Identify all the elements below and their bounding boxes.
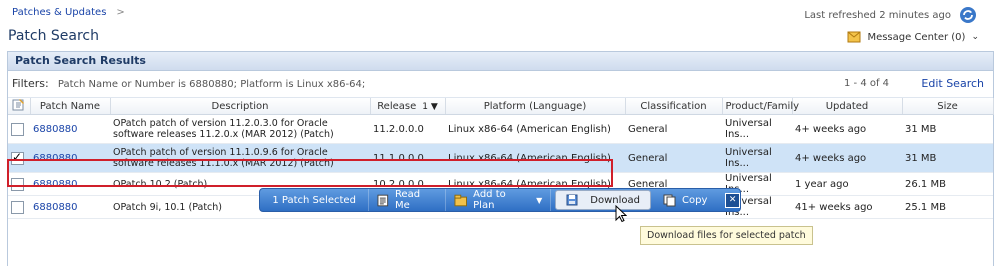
add-to-plan-label: Add to Plan <box>473 189 506 211</box>
refresh-icon[interactable] <box>959 6 977 24</box>
patch-name-link[interactable]: 6880880 <box>33 153 78 164</box>
table-row-selected[interactable]: 6880880 OPatch patch of version 11.1.0.9… <box>8 143 993 173</box>
patch-search-results-region: Patch Search Results Filters: Patch Name… <box>7 51 994 266</box>
sort-order: 1 <box>422 101 428 112</box>
message-center-label: Message Center (0) <box>867 31 966 43</box>
row-description: OPatch patch of version 11.1.0.9.6 for O… <box>110 143 370 173</box>
table-header-row: Patch Name Description Release 1 ▼ Platfo… <box>8 98 994 115</box>
patch-selected-count: 1 Patch Selected <box>260 189 370 211</box>
download-button-wrap: Download <box>551 189 655 211</box>
region-title: Patch Search Results <box>8 52 993 71</box>
message-icon <box>847 31 861 43</box>
edit-icon <box>12 99 25 111</box>
download-button[interactable]: Download <box>555 190 651 210</box>
patch-name-link[interactable]: 6880880 <box>33 202 78 213</box>
row-platform: Linux x86-64 (American English) <box>445 114 625 144</box>
row-size: 25.1 MB <box>902 195 993 219</box>
col-description[interactable]: Description <box>110 98 371 115</box>
message-center[interactable]: Message Center (0) ⌄ <box>847 31 979 43</box>
copy-label: Copy <box>682 194 708 206</box>
patch-name-link[interactable]: 6880880 <box>33 179 78 190</box>
col-patch-name[interactable]: Patch Name <box>30 98 111 115</box>
filters-text: Patch Name or Number is 6880880; Platfor… <box>57 79 366 90</box>
sort-indicator: 1 ▼ <box>422 101 438 112</box>
breadcrumb-patches-updates[interactable]: Patches & Updates <box>12 7 106 18</box>
results-count: 1 - 4 of 4 <box>844 78 890 89</box>
row-updated: 4+ weeks ago <box>792 114 902 144</box>
document-icon <box>377 194 389 206</box>
row-checkbox[interactable] <box>11 177 24 191</box>
row-updated: 41+ weeks ago <box>792 195 902 219</box>
row-product: Universal Ins... <box>722 114 792 144</box>
select-all-header[interactable] <box>8 98 31 115</box>
row-release: 11.1.0.0.0 <box>370 143 445 173</box>
row-classification: General <box>625 114 722 144</box>
col-platform[interactable]: Platform (Language) <box>445 98 626 115</box>
row-platform: Linux x86-64 (American English) <box>445 143 625 173</box>
download-label: Download <box>590 194 640 206</box>
row-checkbox[interactable] <box>11 122 24 136</box>
read-me-button[interactable]: Read Me <box>369 189 446 211</box>
col-classification[interactable]: Classification <box>625 98 723 115</box>
row-updated: 1 year ago <box>792 172 902 196</box>
copy-icon <box>663 194 676 206</box>
row-description: OPatch patch of version 11.2.0.3.0 for O… <box>110 114 370 144</box>
col-release[interactable]: Release 1 ▼ <box>370 98 446 115</box>
breadcrumb-separator: > <box>116 7 125 18</box>
add-to-plan-icon <box>454 194 467 206</box>
col-release-label: Release <box>377 100 417 112</box>
close-icon[interactable]: ✕ <box>725 192 740 208</box>
row-size: 31 MB <box>902 114 993 144</box>
row-release: 11.2.0.0.0 <box>370 114 445 144</box>
filters-bar: Filters: Patch Name or Number is 6880880… <box>8 71 993 98</box>
col-product-family[interactable]: Product/Family <box>722 98 799 115</box>
col-size[interactable]: Size <box>902 98 994 115</box>
row-product: Universal Ins... <box>722 143 792 173</box>
patch-name-link[interactable]: 6880880 <box>33 124 78 135</box>
download-tooltip: Download files for selected patch <box>640 226 813 245</box>
selection-toolbar: 1 Patch Selected Read Me Add to Plan ▼ D… <box>259 188 741 212</box>
add-to-plan-button[interactable]: Add to Plan ▼ <box>446 189 552 211</box>
row-classification: General <box>625 143 722 173</box>
edit-search-link[interactable]: Edit Search <box>921 71 984 97</box>
row-checkbox[interactable] <box>11 200 24 214</box>
breadcrumb: Patches & Updates > <box>12 7 125 18</box>
chevron-down-icon: ⌄ <box>971 32 979 42</box>
mouse-cursor-icon <box>615 205 627 223</box>
row-checkbox-checked[interactable] <box>11 150 24 165</box>
row-size: 26.1 MB <box>902 172 993 196</box>
filters-label: Filters: <box>12 77 49 90</box>
read-me-label: Read Me <box>394 189 421 211</box>
disk-icon <box>566 194 578 206</box>
row-size: 31 MB <box>902 143 993 173</box>
patch-selected-label: 1 Patch Selected <box>272 194 356 206</box>
dropdown-arrow-icon: ▼ <box>536 195 543 205</box>
copy-button[interactable]: Copy <box>655 189 715 211</box>
page-title: Patch Search <box>8 28 99 44</box>
col-updated[interactable]: Updated <box>792 98 903 115</box>
last-refreshed-text: Last refreshed 2 minutes ago <box>804 10 951 21</box>
table-row[interactable]: 6880880 OPatch patch of version 11.2.0.3… <box>8 114 993 144</box>
row-updated: 4+ weeks ago <box>792 143 902 173</box>
